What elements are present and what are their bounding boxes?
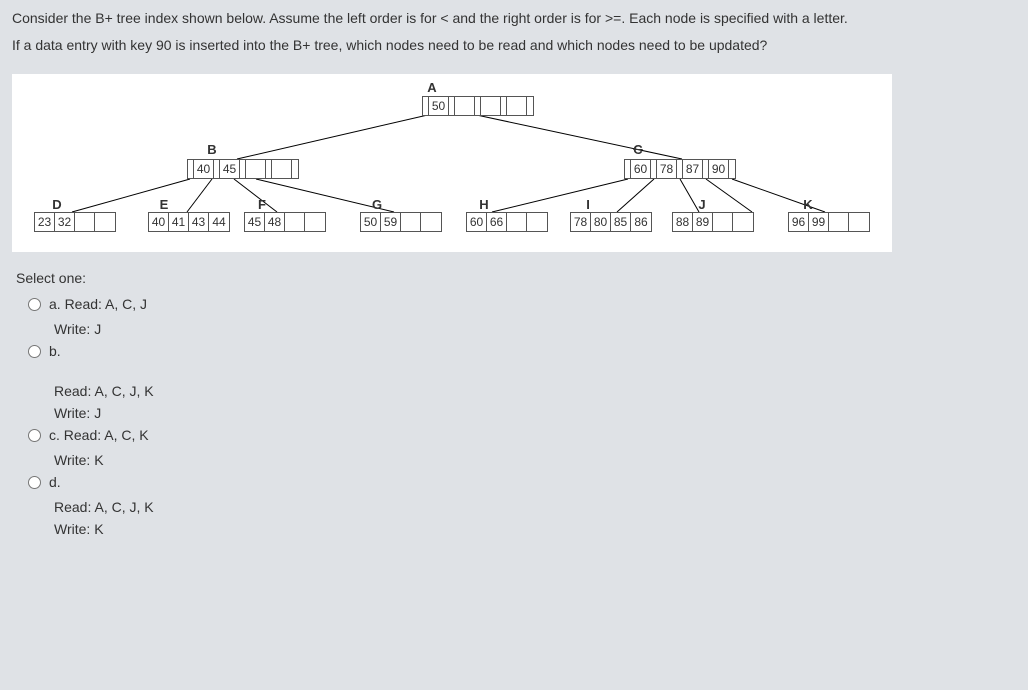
node-a: 50 xyxy=(422,96,534,116)
option-c-sub: Write: K xyxy=(54,452,1016,468)
answers-prompt: Select one: xyxy=(16,270,1016,286)
option-b-label: b. xyxy=(49,343,61,359)
node-f: 45 48 xyxy=(244,212,326,232)
node-label-k: K xyxy=(803,197,812,212)
node-label-b: B xyxy=(207,142,216,157)
option-b-sub2: Write: J xyxy=(54,405,1016,421)
option-d-sub2: Write: K xyxy=(54,521,1016,537)
option-d-sub1: Read: A, C, J, K xyxy=(54,499,1016,515)
node-label-d: D xyxy=(52,197,61,212)
node-h: 60 66 xyxy=(466,212,548,232)
question-line-2: If a data entry with key 90 is inserted … xyxy=(12,35,1016,56)
node-g: 50 59 xyxy=(360,212,442,232)
node-c: 60 78 87 90 xyxy=(624,159,736,179)
answers-block: Select one: a. Read: A, C, J Write: J b.… xyxy=(12,270,1016,537)
radio-a[interactable] xyxy=(28,298,41,311)
radio-b[interactable] xyxy=(28,345,41,358)
node-label-e: E xyxy=(160,197,169,212)
btree-diagram: A 50 B 40 45 C 60 78 87 90 D xyxy=(12,74,892,252)
node-k: 96 99 xyxy=(788,212,870,232)
option-a[interactable]: a. Read: A, C, J xyxy=(28,296,1016,318)
radio-d[interactable] xyxy=(28,476,41,489)
node-label-a: A xyxy=(427,80,436,95)
option-b[interactable]: b. xyxy=(28,343,1016,365)
node-label-f: F xyxy=(258,197,266,212)
node-label-h: H xyxy=(479,197,488,212)
option-d-label: d. xyxy=(49,474,61,490)
node-b: 40 45 xyxy=(187,159,299,179)
node-d: 23 32 xyxy=(34,212,116,232)
option-a-sub: Write: J xyxy=(54,321,1016,337)
option-d[interactable]: d. xyxy=(28,474,1016,496)
node-j: 88 89 xyxy=(672,212,754,232)
question-line-1: Consider the B+ tree index shown below. … xyxy=(12,8,1016,29)
radio-c[interactable] xyxy=(28,429,41,442)
node-label-j: J xyxy=(698,197,705,212)
node-i: 78 80 85 86 xyxy=(570,212,652,232)
node-e: 40 41 43 44 xyxy=(148,212,230,232)
node-label-c: C xyxy=(633,142,642,157)
option-b-sub1: Read: A, C, J, K xyxy=(54,383,1016,399)
option-c[interactable]: c. Read: A, C, K xyxy=(28,427,1016,449)
option-c-label: c. Read: A, C, K xyxy=(49,427,149,443)
node-label-g: G xyxy=(372,197,382,212)
option-a-label: a. Read: A, C, J xyxy=(49,296,147,312)
node-label-i: I xyxy=(586,197,590,212)
